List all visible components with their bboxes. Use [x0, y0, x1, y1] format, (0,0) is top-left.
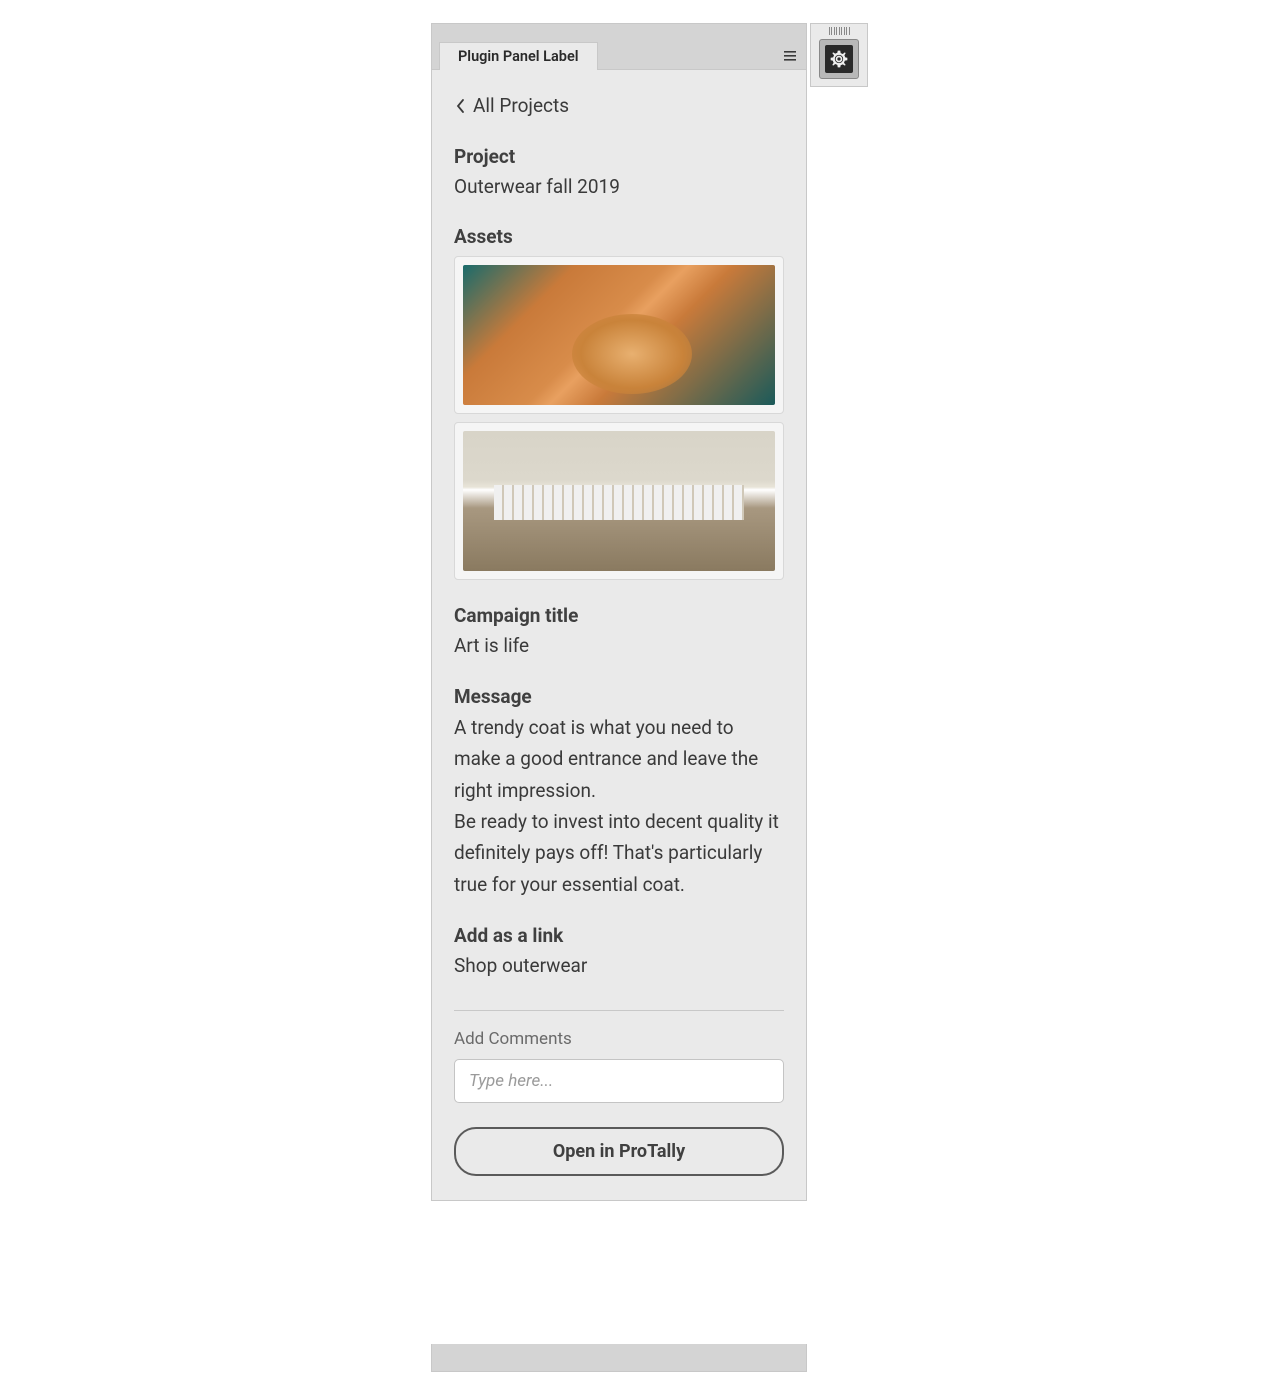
project-label: Project [454, 145, 784, 168]
chevron-left-icon [456, 98, 465, 114]
project-value: Outerwear fall 2019 [454, 172, 784, 201]
assets-label: Assets [454, 225, 784, 248]
panel-tab[interactable]: Plugin Panel Label [439, 42, 598, 70]
back-link-label: All Projects [473, 94, 569, 117]
link-label: Add as a link [454, 924, 784, 947]
comments-input[interactable] [454, 1059, 784, 1103]
link-value: Shop outerwear [454, 951, 784, 980]
panel-tab-label: Plugin Panel Label [458, 48, 579, 65]
panel-body: All Projects Project Outerwear fall 2019… [432, 70, 806, 1200]
comments-label: Add Comments [454, 1029, 784, 1049]
message-value: A trendy coat is what you need to make a… [454, 712, 784, 900]
panel-menu-button[interactable] [774, 42, 806, 70]
campaign-title-value: Art is life [454, 631, 784, 660]
message-paragraph: Be ready to invest into decent quality i… [454, 806, 784, 900]
asset-item[interactable] [454, 256, 784, 414]
gear-icon [829, 49, 849, 69]
plugin-panel: Plugin Panel Label All Projects Project … [431, 23, 807, 1201]
message-paragraph: A trendy coat is what you need to make a… [454, 712, 784, 806]
divider [454, 1010, 784, 1011]
hamburger-icon [783, 49, 797, 63]
asset-thumbnail-image [463, 265, 775, 405]
campaign-title-label: Campaign title [454, 604, 784, 627]
asset-item[interactable] [454, 422, 784, 580]
panel-tab-header: Plugin Panel Label [432, 24, 806, 70]
assets-list [454, 256, 784, 580]
open-in-protally-button[interactable]: Open in ProTally [454, 1127, 784, 1176]
panel-footer-bar [431, 1344, 807, 1372]
plugin-dock-button[interactable] [819, 39, 859, 79]
back-link[interactable]: All Projects [456, 94, 784, 117]
message-label: Message [454, 685, 784, 708]
asset-thumbnail-image [463, 431, 775, 571]
plugin-dock [810, 23, 868, 87]
grip-handle-icon[interactable] [829, 27, 850, 35]
